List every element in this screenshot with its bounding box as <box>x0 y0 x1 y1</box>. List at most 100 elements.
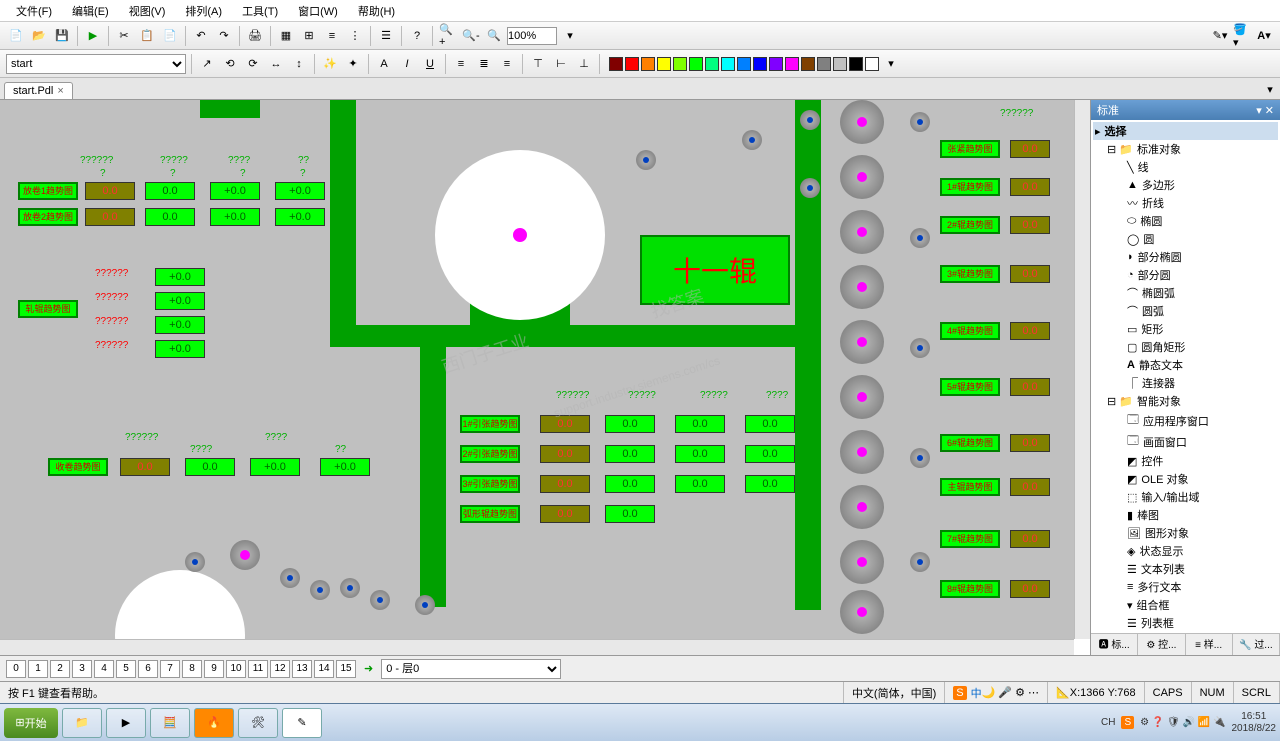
start-button[interactable]: ⊞ 开始 <box>4 708 58 738</box>
trend-button[interactable]: 2#引张趋势图 <box>460 445 520 463</box>
help-cursor-icon[interactable]: ? <box>407 26 427 46</box>
layer-10[interactable]: 10 <box>226 660 246 678</box>
trend-button[interactable]: 放卷1趋势图 <box>18 182 78 200</box>
t2-15[interactable]: ⊢ <box>551 54 571 74</box>
t2-16[interactable]: ⊥ <box>574 54 594 74</box>
t2-3[interactable]: ⟳ <box>243 54 263 74</box>
tab-start[interactable]: start.Pdl × <box>4 82 73 99</box>
tree-rect[interactable]: ▭ 矩形 <box>1093 320 1278 338</box>
zoom-in-icon[interactable]: 🔍+ <box>438 26 458 46</box>
tree-io[interactable]: ⬚ 输入/输出域 <box>1093 488 1278 506</box>
color-swatch[interactable] <box>721 57 735 71</box>
app1-icon[interactable]: 🔥 <box>194 708 234 738</box>
media-icon[interactable]: ▶ <box>106 708 146 738</box>
calc-icon[interactable]: 🧮 <box>150 708 190 738</box>
menu-tools[interactable]: 工具(T) <box>234 1 286 21</box>
trend-button[interactable]: 1#引张趋势图 <box>460 415 520 433</box>
color-swatch[interactable] <box>625 57 639 71</box>
tree-part-ellipse[interactable]: ◗ 部分椭圆 <box>1093 248 1278 266</box>
object-dropdown[interactable]: start <box>6 54 186 74</box>
color-swatch[interactable] <box>657 57 671 71</box>
tree-smart[interactable]: ⊟ 📁 智能对象 <box>1093 392 1278 410</box>
trend-button[interactable]: 放卷2趋势图 <box>18 208 78 226</box>
tree-combo[interactable]: ▾ 组合框 <box>1093 596 1278 614</box>
t2-2[interactable]: ⟲ <box>220 54 240 74</box>
t2-10[interactable]: U <box>420 54 440 74</box>
object-tree[interactable]: ▸ 选择 ⊟ 📁 标准对象 ╲ 线 ▲ 多边形 〰 折线 ⬭ 椭圆 ◯ 圆 ◗ … <box>1091 120 1280 633</box>
color-swatch[interactable] <box>609 57 623 71</box>
tree-roundrect[interactable]: ▢ 圆角矩形 <box>1093 338 1278 356</box>
side-tab-ctrl[interactable]: ⚙ 控... <box>1138 634 1185 655</box>
paste-icon[interactable]: 📄 <box>160 26 180 46</box>
t2-11[interactable]: ≡ <box>451 54 471 74</box>
color-swatch[interactable] <box>865 57 879 71</box>
layer-8[interactable]: 8 <box>182 660 202 678</box>
trend-button[interactable]: 6#辊趋势图 <box>940 434 1000 452</box>
trend-button[interactable]: 5#辊趋势图 <box>940 378 1000 396</box>
trend-button[interactable]: 3#引张趋势图 <box>460 475 520 493</box>
side-tab-std[interactable]: 🅰 标... <box>1091 634 1138 655</box>
side-tab-proc[interactable]: 🔧 过... <box>1233 634 1280 655</box>
tree-arc[interactable]: ⌒ 圆弧 <box>1093 302 1278 320</box>
color-swatch[interactable] <box>705 57 719 71</box>
color-swatch[interactable] <box>641 57 655 71</box>
tree-select[interactable]: ▸ 选择 <box>1093 122 1278 140</box>
menu-window[interactable]: 窗口(W) <box>290 1 346 21</box>
color-swatch[interactable] <box>801 57 815 71</box>
cut-icon[interactable]: ✂ <box>114 26 134 46</box>
trend-button[interactable]: 收卷趋势图 <box>48 458 108 476</box>
app3-icon[interactable]: ✎ <box>282 708 322 738</box>
tree-standard[interactable]: ⊟ 📁 标准对象 <box>1093 140 1278 158</box>
props-icon[interactable]: ☰ <box>376 26 396 46</box>
ime-bar[interactable]: S 中 🌙 🎤 ⚙ ⋯ <box>945 682 1048 703</box>
layer-14[interactable]: 14 <box>314 660 334 678</box>
tree-polyline[interactable]: 〰 折线 <box>1093 194 1278 212</box>
trend-button[interactable]: 1#辊趋势图 <box>940 178 1000 196</box>
color-swatch[interactable] <box>849 57 863 71</box>
side-tab-style[interactable]: ≡ 样... <box>1186 634 1233 655</box>
horizontal-scrollbar[interactable] <box>0 639 1074 655</box>
panel-controls[interactable]: ▾ ✕ <box>1256 104 1274 117</box>
layer-5[interactable]: 5 <box>116 660 136 678</box>
tree-textlist[interactable]: ☰ 文本列表 <box>1093 560 1278 578</box>
layer-2[interactable]: 2 <box>50 660 70 678</box>
copy-icon[interactable]: 📋 <box>137 26 157 46</box>
distribute-icon[interactable]: ⋮ <box>345 26 365 46</box>
layer-4[interactable]: 4 <box>94 660 114 678</box>
layer-7[interactable]: 7 <box>160 660 180 678</box>
fill-color-icon[interactable]: 🪣▾ <box>1232 26 1252 46</box>
t2-14[interactable]: ⊤ <box>528 54 548 74</box>
tree-appwin[interactable]: 🗔 应用程序窗口 <box>1093 410 1278 431</box>
align-icon[interactable]: ≡ <box>322 26 342 46</box>
layer-11[interactable]: 11 <box>248 660 268 678</box>
trend-button[interactable]: 3#辊趋势图 <box>940 265 1000 283</box>
t2-6[interactable]: ✨ <box>320 54 340 74</box>
layer-0[interactable]: 0 <box>6 660 26 678</box>
tree-multiline[interactable]: ≡ 多行文本 <box>1093 578 1278 596</box>
color-swatch[interactable] <box>833 57 847 71</box>
tree-ole[interactable]: ◩ OLE 对象 <box>1093 470 1278 488</box>
tree-ellipse-arc[interactable]: ⌒ 椭圆弧 <box>1093 284 1278 302</box>
app2-icon[interactable]: 🛠 <box>238 708 278 738</box>
layer-select[interactable]: 0 - 层0 <box>381 659 561 679</box>
t2-9[interactable]: I <box>397 54 417 74</box>
trend-button[interactable]: 2#辊趋势图 <box>940 216 1000 234</box>
tree-connector[interactable]: ⎾ 连接器 <box>1093 374 1278 392</box>
layer-9[interactable]: 9 <box>204 660 224 678</box>
t2-4[interactable]: ↔ <box>266 54 286 74</box>
grid-icon[interactable]: ▦ <box>276 26 296 46</box>
layer-6[interactable]: 6 <box>138 660 158 678</box>
t2-7[interactable]: ✦ <box>343 54 363 74</box>
layer-3[interactable]: 3 <box>72 660 92 678</box>
run-icon[interactable]: ▶ <box>83 26 103 46</box>
tree-bar[interactable]: ▮ 棒图 <box>1093 506 1278 524</box>
trend-button[interactable]: 8#辊趋势图 <box>940 580 1000 598</box>
zoom-out-icon[interactable]: 🔍- <box>461 26 481 46</box>
line-color-icon[interactable]: ✎▾ <box>1210 26 1230 46</box>
color-swatch[interactable] <box>673 57 687 71</box>
menu-arrange[interactable]: 排列(A) <box>177 1 230 21</box>
tree-part-circle[interactable]: ◔ 部分圆 <box>1093 266 1278 284</box>
color-swatch[interactable] <box>753 57 767 71</box>
close-icon[interactable]: × <box>57 85 63 97</box>
undo-icon[interactable]: ↶ <box>191 26 211 46</box>
